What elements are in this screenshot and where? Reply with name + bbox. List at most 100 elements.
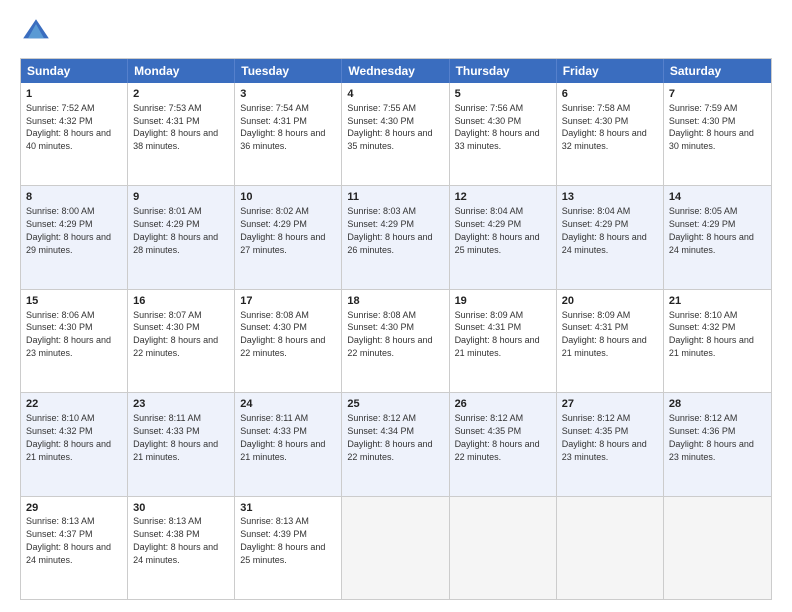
cell-info: Sunrise: 7:54 AM Sunset: 4:31 PM Dayligh…: [240, 103, 325, 151]
cell-info: Sunrise: 7:53 AM Sunset: 4:31 PM Dayligh…: [133, 103, 218, 151]
cell-info: Sunrise: 8:11 AM Sunset: 4:33 PM Dayligh…: [133, 413, 218, 461]
calendar-cell-20: 20Sunrise: 8:09 AM Sunset: 4:31 PM Dayli…: [557, 290, 664, 392]
day-number: 13: [562, 190, 658, 205]
header-day-sunday: Sunday: [21, 59, 128, 83]
cell-info: Sunrise: 8:13 AM Sunset: 4:39 PM Dayligh…: [240, 516, 325, 564]
day-number: 24: [240, 397, 336, 412]
header-day-thursday: Thursday: [450, 59, 557, 83]
calendar-cell-21: 21Sunrise: 8:10 AM Sunset: 4:32 PM Dayli…: [664, 290, 771, 392]
calendar-row-4: 29Sunrise: 8:13 AM Sunset: 4:37 PM Dayli…: [21, 496, 771, 599]
day-number: 12: [455, 190, 551, 205]
calendar-cell-empty-4-3: [342, 497, 449, 599]
day-number: 17: [240, 294, 336, 309]
cell-info: Sunrise: 8:04 AM Sunset: 4:29 PM Dayligh…: [562, 206, 647, 254]
day-number: 21: [669, 294, 766, 309]
page: SundayMondayTuesdayWednesdayThursdayFrid…: [0, 0, 792, 612]
day-number: 5: [455, 87, 551, 102]
cell-info: Sunrise: 7:58 AM Sunset: 4:30 PM Dayligh…: [562, 103, 647, 151]
cell-info: Sunrise: 8:10 AM Sunset: 4:32 PM Dayligh…: [669, 310, 754, 358]
cell-info: Sunrise: 8:11 AM Sunset: 4:33 PM Dayligh…: [240, 413, 325, 461]
cell-info: Sunrise: 7:52 AM Sunset: 4:32 PM Dayligh…: [26, 103, 111, 151]
calendar-header: SundayMondayTuesdayWednesdayThursdayFrid…: [21, 59, 771, 83]
calendar-cell-28: 28Sunrise: 8:12 AM Sunset: 4:36 PM Dayli…: [664, 393, 771, 495]
calendar-cell-empty-4-5: [557, 497, 664, 599]
calendar-cell-29: 29Sunrise: 8:13 AM Sunset: 4:37 PM Dayli…: [21, 497, 128, 599]
cell-info: Sunrise: 7:59 AM Sunset: 4:30 PM Dayligh…: [669, 103, 754, 151]
day-number: 4: [347, 87, 443, 102]
day-number: 6: [562, 87, 658, 102]
calendar-cell-15: 15Sunrise: 8:06 AM Sunset: 4:30 PM Dayli…: [21, 290, 128, 392]
header: [20, 16, 772, 48]
calendar-cell-31: 31Sunrise: 8:13 AM Sunset: 4:39 PM Dayli…: [235, 497, 342, 599]
cell-info: Sunrise: 8:13 AM Sunset: 4:37 PM Dayligh…: [26, 516, 111, 564]
cell-info: Sunrise: 8:07 AM Sunset: 4:30 PM Dayligh…: [133, 310, 218, 358]
calendar-cell-4: 4Sunrise: 7:55 AM Sunset: 4:30 PM Daylig…: [342, 83, 449, 185]
cell-info: Sunrise: 8:12 AM Sunset: 4:36 PM Dayligh…: [669, 413, 754, 461]
day-number: 29: [26, 501, 122, 516]
cell-info: Sunrise: 8:12 AM Sunset: 4:35 PM Dayligh…: [455, 413, 540, 461]
cell-info: Sunrise: 8:03 AM Sunset: 4:29 PM Dayligh…: [347, 206, 432, 254]
calendar-cell-27: 27Sunrise: 8:12 AM Sunset: 4:35 PM Dayli…: [557, 393, 664, 495]
cell-info: Sunrise: 8:09 AM Sunset: 4:31 PM Dayligh…: [562, 310, 647, 358]
day-number: 30: [133, 501, 229, 516]
cell-info: Sunrise: 7:56 AM Sunset: 4:30 PM Dayligh…: [455, 103, 540, 151]
day-number: 10: [240, 190, 336, 205]
calendar-cell-16: 16Sunrise: 8:07 AM Sunset: 4:30 PM Dayli…: [128, 290, 235, 392]
calendar-cell-30: 30Sunrise: 8:13 AM Sunset: 4:38 PM Dayli…: [128, 497, 235, 599]
header-day-tuesday: Tuesday: [235, 59, 342, 83]
header-day-friday: Friday: [557, 59, 664, 83]
calendar-cell-5: 5Sunrise: 7:56 AM Sunset: 4:30 PM Daylig…: [450, 83, 557, 185]
calendar-cell-3: 3Sunrise: 7:54 AM Sunset: 4:31 PM Daylig…: [235, 83, 342, 185]
day-number: 8: [26, 190, 122, 205]
logo-icon: [20, 16, 52, 48]
day-number: 1: [26, 87, 122, 102]
calendar-row-1: 8Sunrise: 8:00 AM Sunset: 4:29 PM Daylig…: [21, 185, 771, 288]
calendar-row-3: 22Sunrise: 8:10 AM Sunset: 4:32 PM Dayli…: [21, 392, 771, 495]
cell-info: Sunrise: 8:00 AM Sunset: 4:29 PM Dayligh…: [26, 206, 111, 254]
calendar-cell-25: 25Sunrise: 8:12 AM Sunset: 4:34 PM Dayli…: [342, 393, 449, 495]
day-number: 11: [347, 190, 443, 205]
day-number: 18: [347, 294, 443, 309]
calendar: SundayMondayTuesdayWednesdayThursdayFrid…: [20, 58, 772, 600]
cell-info: Sunrise: 8:10 AM Sunset: 4:32 PM Dayligh…: [26, 413, 111, 461]
day-number: 25: [347, 397, 443, 412]
cell-info: Sunrise: 8:02 AM Sunset: 4:29 PM Dayligh…: [240, 206, 325, 254]
calendar-cell-7: 7Sunrise: 7:59 AM Sunset: 4:30 PM Daylig…: [664, 83, 771, 185]
calendar-body: 1Sunrise: 7:52 AM Sunset: 4:32 PM Daylig…: [21, 83, 771, 599]
calendar-row-2: 15Sunrise: 8:06 AM Sunset: 4:30 PM Dayli…: [21, 289, 771, 392]
day-number: 7: [669, 87, 766, 102]
calendar-cell-6: 6Sunrise: 7:58 AM Sunset: 4:30 PM Daylig…: [557, 83, 664, 185]
header-day-saturday: Saturday: [664, 59, 771, 83]
day-number: 14: [669, 190, 766, 205]
calendar-cell-13: 13Sunrise: 8:04 AM Sunset: 4:29 PM Dayli…: [557, 186, 664, 288]
calendar-cell-14: 14Sunrise: 8:05 AM Sunset: 4:29 PM Dayli…: [664, 186, 771, 288]
cell-info: Sunrise: 8:12 AM Sunset: 4:34 PM Dayligh…: [347, 413, 432, 461]
day-number: 31: [240, 501, 336, 516]
day-number: 28: [669, 397, 766, 412]
calendar-cell-24: 24Sunrise: 8:11 AM Sunset: 4:33 PM Dayli…: [235, 393, 342, 495]
header-day-monday: Monday: [128, 59, 235, 83]
cell-info: Sunrise: 8:08 AM Sunset: 4:30 PM Dayligh…: [347, 310, 432, 358]
calendar-cell-26: 26Sunrise: 8:12 AM Sunset: 4:35 PM Dayli…: [450, 393, 557, 495]
day-number: 22: [26, 397, 122, 412]
cell-info: Sunrise: 7:55 AM Sunset: 4:30 PM Dayligh…: [347, 103, 432, 151]
cell-info: Sunrise: 8:09 AM Sunset: 4:31 PM Dayligh…: [455, 310, 540, 358]
cell-info: Sunrise: 8:12 AM Sunset: 4:35 PM Dayligh…: [562, 413, 647, 461]
day-number: 9: [133, 190, 229, 205]
calendar-cell-empty-4-6: [664, 497, 771, 599]
day-number: 26: [455, 397, 551, 412]
calendar-cell-19: 19Sunrise: 8:09 AM Sunset: 4:31 PM Dayli…: [450, 290, 557, 392]
cell-info: Sunrise: 8:01 AM Sunset: 4:29 PM Dayligh…: [133, 206, 218, 254]
day-number: 16: [133, 294, 229, 309]
day-number: 27: [562, 397, 658, 412]
cell-info: Sunrise: 8:04 AM Sunset: 4:29 PM Dayligh…: [455, 206, 540, 254]
day-number: 23: [133, 397, 229, 412]
header-day-wednesday: Wednesday: [342, 59, 449, 83]
calendar-cell-23: 23Sunrise: 8:11 AM Sunset: 4:33 PM Dayli…: [128, 393, 235, 495]
calendar-cell-empty-4-4: [450, 497, 557, 599]
cell-info: Sunrise: 8:06 AM Sunset: 4:30 PM Dayligh…: [26, 310, 111, 358]
day-number: 2: [133, 87, 229, 102]
calendar-cell-10: 10Sunrise: 8:02 AM Sunset: 4:29 PM Dayli…: [235, 186, 342, 288]
day-number: 20: [562, 294, 658, 309]
calendar-row-0: 1Sunrise: 7:52 AM Sunset: 4:32 PM Daylig…: [21, 83, 771, 185]
